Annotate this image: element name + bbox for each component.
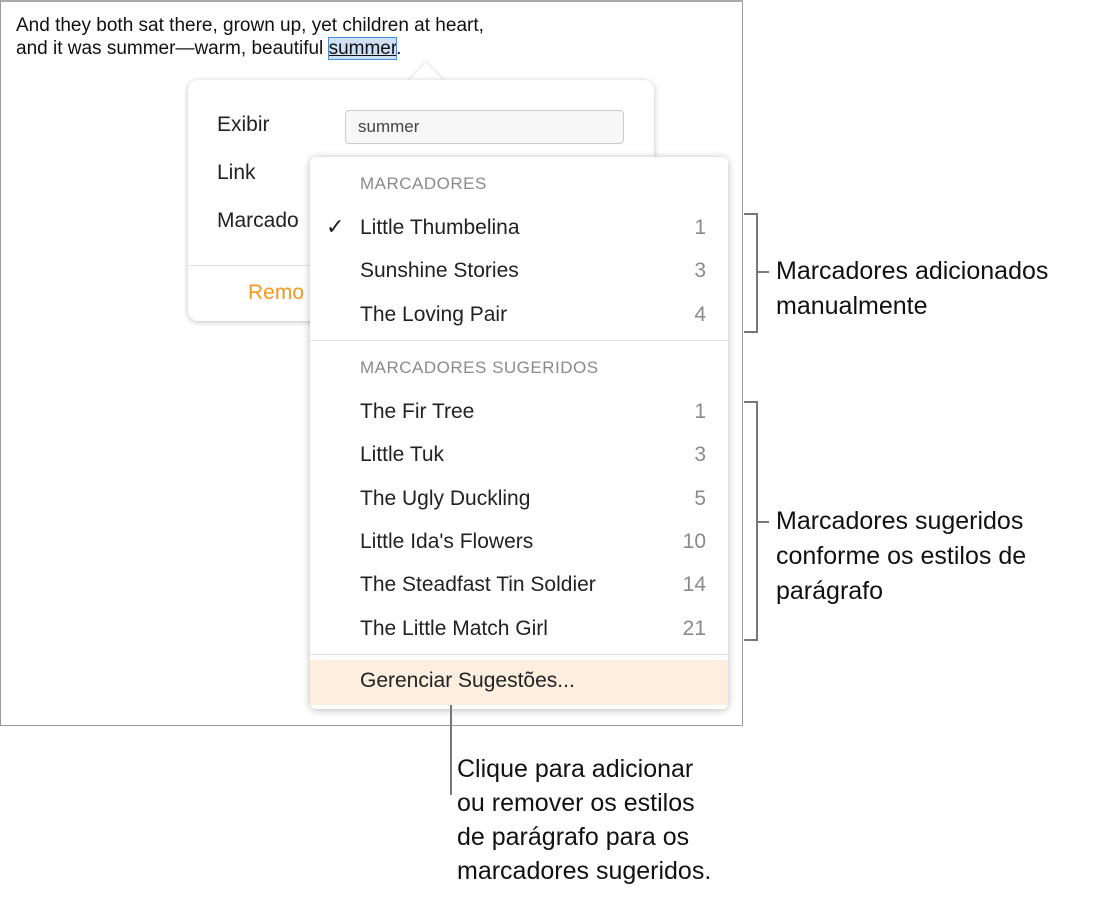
annotation-line: conforme os estilos de: [776, 542, 1027, 570]
annotation-manage: Clique para adicionar ou remover os esti…: [457, 752, 711, 888]
suggested-header: MARCADORES SUGERIDOS: [360, 358, 599, 377]
menu-item-bookmark[interactable]: Sunshine Stories 3: [310, 251, 728, 291]
item-label: The Ugly Duckling: [360, 487, 531, 510]
item-label: Little Tuk: [360, 443, 445, 466]
item-label: The Steadfast Tin Soldier: [360, 573, 596, 596]
link-label: Link: [217, 161, 256, 184]
menu-item-suggested[interactable]: The Ugly Duckling 5: [310, 479, 728, 519]
item-page: 14: [682, 573, 706, 596]
menu-item-bookmark[interactable]: ✓ Little Thumbelina 1: [310, 208, 728, 248]
annotation-line: Marcadores sugeridos: [776, 507, 1024, 535]
text-line-1: And they both sat there, grown up, yet c…: [16, 15, 484, 36]
divider: [310, 340, 728, 341]
annotation-line: Clique para adicionar: [457, 755, 694, 783]
display-field[interactable]: summer: [345, 110, 624, 144]
item-page: 5: [694, 487, 706, 510]
bookmark-dropdown-menu: MARCADORES ✓ Little Thumbelina 1 Sunshine …: [310, 157, 728, 709]
menu-item-suggested[interactable]: The Steadfast Tin Soldier 14: [310, 565, 728, 605]
item-label: The Loving Pair: [360, 303, 508, 326]
remove-link-button[interactable]: Remo: [248, 281, 304, 305]
item-page: 4: [694, 303, 706, 326]
annotation-line: Marcadores adicionados: [776, 257, 1049, 285]
item-label: Sunshine Stories: [360, 259, 519, 282]
bracket: [744, 331, 758, 333]
annotation-suggested: Marcadores sugeridos conforme os estilos…: [776, 504, 1026, 609]
selected-word[interactable]: summer: [327, 37, 398, 60]
text-before: and it was summer—warm, beautiful: [16, 38, 329, 59]
item-page: 3: [694, 259, 706, 282]
item-page: 1: [694, 400, 706, 423]
item-page: 3: [694, 443, 706, 466]
item-label: The Fir Tree: [360, 400, 475, 423]
item-label: The Little Match Girl: [360, 617, 548, 640]
bracket: [744, 639, 758, 641]
annotation-line: de parágrafo para os: [457, 823, 690, 851]
document-text: And they both sat there, grown up, yet c…: [16, 14, 484, 60]
popover-arrow: [408, 62, 444, 81]
annotation-line: manualmente: [776, 292, 928, 320]
bracket: [756, 213, 758, 333]
menu-item-suggested[interactable]: The Fir Tree 1: [310, 392, 728, 432]
callout-line: [450, 705, 452, 795]
manage-suggestions-item[interactable]: Gerenciar Sugestões...: [310, 660, 728, 705]
item-page: 1: [694, 216, 706, 239]
annotation-manual: Marcadores adicionados manualmente: [776, 254, 1048, 324]
display-label: Exibir: [217, 113, 270, 136]
checkmark-icon: ✓: [326, 214, 345, 239]
annotation-line: parágrafo: [776, 577, 884, 605]
item-label: Little Thumbelina: [360, 216, 520, 239]
menu-item-suggested[interactable]: Little Tuk 3: [310, 435, 728, 475]
annotation-line: marcadores sugeridos.: [457, 857, 712, 885]
menu-item-bookmark[interactable]: The Loving Pair 4: [310, 295, 728, 335]
bookmarks-header: MARCADORES: [360, 174, 487, 193]
text-after: .: [396, 38, 402, 59]
menu-item-suggested[interactable]: Little Ida's Flowers 10: [310, 522, 728, 562]
menu-item-suggested[interactable]: The Little Match Girl 21: [310, 609, 728, 649]
callout-line: [756, 271, 769, 273]
text-line-2: and it was summer—warm, beautiful summer…: [16, 37, 484, 60]
item-label: Little Ida's Flowers: [360, 530, 534, 553]
divider: [310, 654, 728, 655]
bookmark-label: Marcado: [217, 209, 299, 232]
item-page: 10: [682, 530, 706, 553]
annotation-line: ou remover os estilos: [457, 789, 695, 817]
callout-line: [756, 521, 769, 523]
item-page: 21: [682, 617, 706, 640]
